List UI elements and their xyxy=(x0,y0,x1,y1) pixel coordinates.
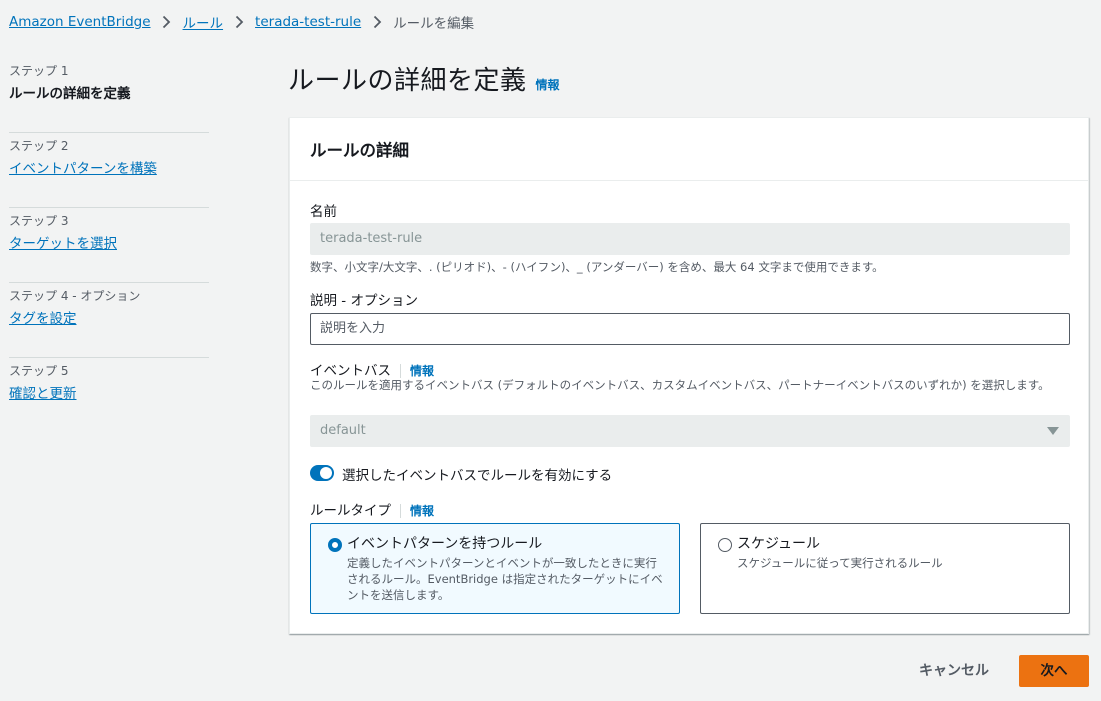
rule-details-panel: ルールの詳細 名前 terada-test-rule 数字、小文字/大文字、. … xyxy=(289,117,1089,634)
breadcrumb-eventbridge-link[interactable]: Amazon EventBridge xyxy=(9,14,151,30)
divider xyxy=(400,504,401,518)
step-5: ステップ 5 確認と更新 xyxy=(9,358,209,433)
step-number: ステップ 1 xyxy=(9,64,69,78)
step-number: ステップ 2 xyxy=(9,139,69,153)
step-2: ステップ 2 イベントパターンを構築 xyxy=(9,133,209,208)
event-bus-info-link[interactable]: 情報 xyxy=(410,364,434,378)
breadcrumb-rules-link[interactable]: ルール xyxy=(183,12,224,32)
name-label: 名前 xyxy=(310,204,337,220)
description-input[interactable]: 説明を入力 xyxy=(310,313,1070,345)
page-info-link[interactable]: 情報 xyxy=(536,76,560,93)
tile-title: スケジュール xyxy=(737,536,821,552)
event-bus-value: default xyxy=(320,423,366,438)
panel-title: ルールの詳細 xyxy=(290,118,1088,181)
rule-type-event-pattern-tile[interactable]: イベントパターンを持つルール 定義したイベントパターンとイベントが一致したときに… xyxy=(310,523,680,614)
tile-description: 定義したイベントパターンとイベントが一致したときに実行されるルール。EventB… xyxy=(347,556,663,602)
toggle-knob xyxy=(320,467,332,479)
step-3: ステップ 3 ターゲットを選択 xyxy=(9,208,209,283)
step-link-tags[interactable]: タグを設定 xyxy=(9,309,209,329)
step-1: ステップ 1 ルールの詳細を定義 xyxy=(9,58,209,133)
step-number: ステップ 4 - オプション xyxy=(9,289,141,303)
chevron-right-icon xyxy=(232,15,246,29)
wizard-steps: ステップ 1 ルールの詳細を定義 ステップ 2 イベントパターンを構築 ステップ… xyxy=(9,58,209,433)
page-header: ルールの詳細を定義 情報 xyxy=(288,60,560,97)
step-number: ステップ 3 xyxy=(9,214,69,228)
rule-type-info-link[interactable]: 情報 xyxy=(410,504,434,518)
event-bus-label: イベントバス xyxy=(310,363,391,379)
event-bus-hint: このルールを適用するイベントバス (デフォルトのイベントバス、カスタムイベントバ… xyxy=(310,378,1050,392)
breadcrumb-rule-name-link[interactable]: terada-test-rule xyxy=(255,14,361,30)
divider xyxy=(400,364,401,378)
step-label-current: ルールの詳細を定義 xyxy=(9,86,131,102)
description-label: 説明 - オプション xyxy=(310,293,418,309)
step-4: ステップ 4 - オプション タグを設定 xyxy=(9,283,209,358)
rule-type-label-row: ルールタイプ 情報 xyxy=(310,499,434,519)
cancel-button[interactable]: キャンセル xyxy=(906,655,1002,687)
chevron-right-icon xyxy=(160,15,174,29)
step-link-event-pattern[interactable]: イベントパターンを構築 xyxy=(9,159,209,179)
chevron-right-icon xyxy=(370,15,384,29)
radio-selected-icon[interactable] xyxy=(328,538,342,552)
enable-rule-label: 選択したイベントバスでルールを有効にする xyxy=(342,468,613,484)
name-input[interactable]: terada-test-rule xyxy=(310,223,1070,255)
enable-rule-toggle[interactable] xyxy=(310,465,334,481)
event-bus-select[interactable]: default xyxy=(310,415,1070,447)
breadcrumb: Amazon EventBridge ルール terada-test-rule … xyxy=(9,11,474,33)
step-link-review[interactable]: 確認と更新 xyxy=(9,384,209,404)
rule-type-label: ルールタイプ xyxy=(310,503,391,519)
name-hint: 数字、小文字/大文字、. (ピリオド)、- (ハイフン)、_ (アンダーバー) … xyxy=(310,260,884,274)
tile-title: イベントパターンを持つルール xyxy=(347,536,543,552)
next-button[interactable]: 次へ xyxy=(1019,655,1089,687)
rule-type-schedule-tile[interactable]: スケジュール スケジュールに従って実行されるルール xyxy=(700,523,1070,614)
caret-down-icon xyxy=(1047,427,1059,435)
tile-description: スケジュールに従って実行されるルール xyxy=(737,556,943,570)
step-link-target[interactable]: ターゲットを選択 xyxy=(9,234,209,254)
radio-unselected-icon[interactable] xyxy=(718,538,732,552)
page-title: ルールの詳細を定義 xyxy=(288,66,527,96)
event-bus-label-row: イベントバス 情報 xyxy=(310,359,434,379)
step-number: ステップ 5 xyxy=(9,364,69,378)
breadcrumb-current: ルールを編集 xyxy=(393,16,475,32)
